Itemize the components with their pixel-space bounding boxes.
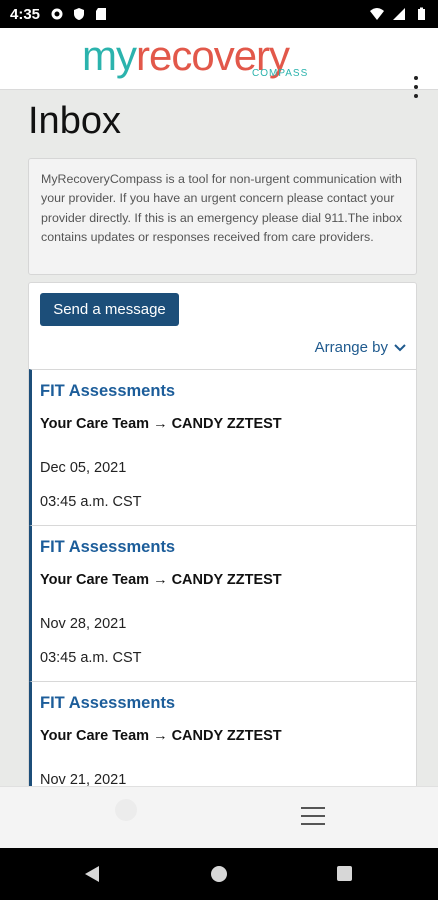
shield-icon bbox=[74, 8, 85, 20]
signal-icon bbox=[393, 8, 405, 20]
settings-icon bbox=[51, 8, 63, 20]
logo-my: my bbox=[82, 32, 137, 79]
chevron-down-icon bbox=[394, 343, 406, 351]
inbox-notice: MyRecoveryCompass is a tool for non-urge… bbox=[28, 158, 417, 275]
message-to: CANDY ZZTEST bbox=[171, 572, 282, 588]
home-icon[interactable] bbox=[115, 799, 137, 821]
status-time: 4:35 bbox=[10, 5, 41, 23]
arrange-by-dropdown[interactable]: Arrange by bbox=[315, 339, 406, 356]
send-message-button[interactable]: Send a message bbox=[40, 293, 179, 326]
bottom-app-bar bbox=[0, 786, 438, 848]
message-from: Your Care Team bbox=[40, 416, 150, 432]
message-to: CANDY ZZTEST bbox=[171, 728, 282, 744]
wifi-icon bbox=[370, 8, 384, 20]
message-subject[interactable]: FIT Assessments bbox=[40, 382, 175, 401]
arrange-by-label: Arrange by bbox=[314, 339, 388, 356]
message-item[interactable]: FIT Assessments Your Care Team → CANDY Z… bbox=[29, 681, 416, 801]
message-from: Your Care Team bbox=[40, 728, 150, 744]
message-route: Your Care Team → CANDY ZZTEST bbox=[40, 728, 282, 744]
inbox-panel: Send a message Arrange by FIT Assessment… bbox=[28, 282, 417, 802]
home-button-icon[interactable] bbox=[211, 866, 227, 882]
more-vert-icon[interactable] bbox=[412, 76, 420, 98]
message-from: Your Care Team bbox=[40, 572, 150, 588]
message-list: FIT Assessments Your Care Team → CANDY Z… bbox=[29, 369, 416, 801]
message-date: Dec 05, 2021 bbox=[40, 460, 127, 476]
status-notification-icons bbox=[50, 7, 108, 21]
status-bar: 4:35 bbox=[0, 0, 438, 28]
message-route: Your Care Team → CANDY ZZTEST bbox=[40, 572, 282, 588]
battery-icon bbox=[418, 7, 425, 20]
menu-icon[interactable] bbox=[301, 807, 325, 825]
message-subject[interactable]: FIT Assessments bbox=[40, 694, 175, 713]
message-to: CANDY ZZTEST bbox=[171, 416, 282, 432]
recents-icon[interactable] bbox=[337, 866, 352, 881]
arrow-right-icon: → bbox=[153, 416, 168, 432]
message-time: 03:45 a.m. CST bbox=[40, 494, 142, 510]
message-time: 03:45 a.m. CST bbox=[40, 650, 142, 666]
message-date: Nov 28, 2021 bbox=[40, 616, 127, 632]
message-item[interactable]: FIT Assessments Your Care Team → CANDY Z… bbox=[29, 369, 416, 525]
system-nav-bar bbox=[0, 848, 438, 900]
sd-card-icon bbox=[96, 8, 107, 20]
message-subject[interactable]: FIT Assessments bbox=[40, 538, 175, 557]
logo-subtitle: COMPASS bbox=[252, 68, 309, 79]
back-icon[interactable] bbox=[84, 865, 100, 883]
message-item[interactable]: FIT Assessments Your Care Team → CANDY Z… bbox=[29, 525, 416, 681]
status-system-icons bbox=[370, 7, 428, 21]
app-header: myrecovery bbox=[0, 28, 438, 98]
arrow-right-icon: → bbox=[153, 572, 168, 588]
page-title: Inbox bbox=[28, 100, 121, 142]
arrow-right-icon: → bbox=[153, 728, 168, 744]
message-route: Your Care Team → CANDY ZZTEST bbox=[40, 416, 282, 432]
